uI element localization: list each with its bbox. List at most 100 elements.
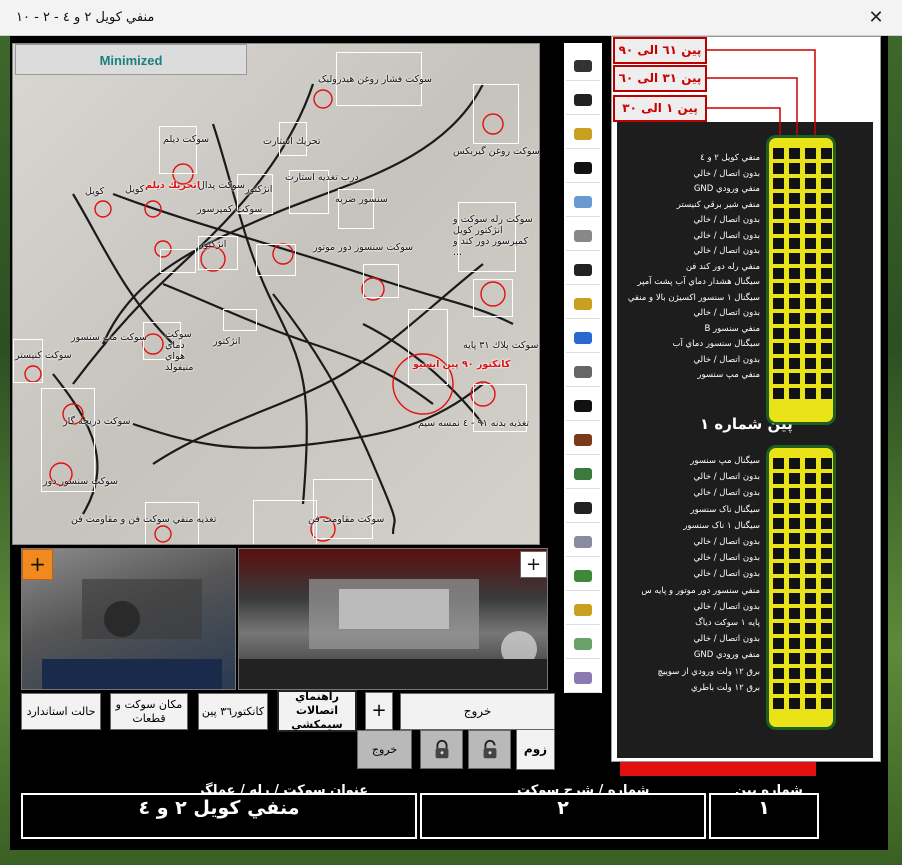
ecu-pin[interactable] — [789, 358, 800, 369]
ecu-pin[interactable] — [805, 373, 816, 384]
ecu-pin[interactable] — [773, 668, 784, 679]
ecu-pin[interactable] — [773, 698, 784, 709]
ecu-pin[interactable] — [805, 208, 816, 219]
connector-thumbnail[interactable] — [566, 153, 600, 183]
ecu-pin[interactable] — [805, 148, 816, 159]
ecu-pin[interactable] — [773, 178, 784, 189]
ecu-pin[interactable] — [821, 208, 832, 219]
ecu-pin[interactable] — [773, 578, 784, 589]
pin-range-1-30[interactable]: پين ١ الی ٣٠ — [613, 95, 707, 122]
ecu-pin[interactable] — [805, 668, 816, 679]
ecu-pin[interactable] — [821, 373, 832, 384]
ecu-pin[interactable] — [821, 563, 832, 574]
ecu-pin[interactable] — [805, 193, 816, 204]
connector-thumbnail[interactable] — [566, 561, 600, 591]
unlock-button[interactable] — [468, 730, 511, 769]
connector-36-pin-button[interactable]: كانكتور٣٦ پين — [198, 693, 268, 730]
ecu-pin[interactable] — [805, 343, 816, 354]
ecu-pin[interactable] — [773, 593, 784, 604]
connector-thumbnail[interactable] — [566, 595, 600, 625]
ecu-pin[interactable] — [821, 193, 832, 204]
ecu-pin[interactable] — [789, 148, 800, 159]
ecu-connector-lower[interactable] — [766, 445, 836, 730]
ecu-pin[interactable] — [773, 683, 784, 694]
ecu-pin[interactable] — [805, 298, 816, 309]
ecu-pin[interactable] — [805, 458, 816, 469]
ecu-pin[interactable] — [805, 503, 816, 514]
ecu-pin[interactable] — [773, 343, 784, 354]
ecu-pin[interactable] — [789, 563, 800, 574]
ecu-pin[interactable] — [821, 458, 832, 469]
ecu-pin[interactable] — [821, 533, 832, 544]
ecu-pin[interactable] — [789, 298, 800, 309]
add-button[interactable]: + — [365, 692, 393, 730]
ecu-pin[interactable] — [821, 608, 832, 619]
ecu-pin[interactable] — [773, 253, 784, 264]
ecu-pin[interactable] — [789, 238, 800, 249]
ecu-pin[interactable] — [789, 178, 800, 189]
pin-range-31-60[interactable]: پين ٣١ الی ٦٠ — [613, 65, 707, 92]
ecu-pin[interactable] — [805, 608, 816, 619]
ecu-pin[interactable] — [773, 548, 784, 559]
ecu-pin[interactable] — [805, 268, 816, 279]
ecu-pin[interactable] — [789, 593, 800, 604]
ecu-pin[interactable] — [773, 623, 784, 634]
ecu-pin[interactable] — [789, 623, 800, 634]
ecu-pin[interactable] — [789, 683, 800, 694]
expand-photo2-button[interactable]: + — [520, 551, 547, 578]
ecu-pin[interactable] — [821, 328, 832, 339]
ecu-pin[interactable] — [789, 328, 800, 339]
ecu-pin[interactable] — [805, 638, 816, 649]
connector-thumbnail[interactable] — [566, 323, 600, 353]
ecu-pin[interactable] — [821, 473, 832, 484]
ecu-pin[interactable] — [789, 503, 800, 514]
connector-thumbnail[interactable] — [566, 187, 600, 217]
ecu-pin[interactable] — [821, 223, 832, 234]
ecu-pin[interactable] — [821, 518, 832, 529]
ecu-pin[interactable] — [805, 653, 816, 664]
connector-thumbnail[interactable] — [566, 357, 600, 387]
ecu-pin[interactable] — [773, 298, 784, 309]
ecu-pin[interactable] — [821, 388, 832, 399]
ecu-pin[interactable] — [805, 593, 816, 604]
ecu-pin[interactable] — [773, 163, 784, 174]
ecu-pin[interactable] — [805, 473, 816, 484]
ecu-pin[interactable] — [805, 178, 816, 189]
ecu-pin[interactable] — [789, 313, 800, 324]
ecu-pin[interactable] — [773, 388, 784, 399]
ecu-pin[interactable] — [773, 223, 784, 234]
connector-thumbnail[interactable] — [566, 629, 600, 659]
ecu-pin[interactable] — [773, 373, 784, 384]
ecu-pin[interactable] — [821, 253, 832, 264]
ecu-pin[interactable] — [773, 238, 784, 249]
ecu-pin[interactable] — [821, 683, 832, 694]
ecu-pin[interactable] — [821, 268, 832, 279]
exit-small-button[interactable]: خروج — [357, 730, 412, 769]
ecu-pin[interactable] — [789, 223, 800, 234]
connector-thumbnail[interactable] — [566, 51, 600, 81]
ecu-pin[interactable] — [773, 608, 784, 619]
ecu-pin[interactable] — [821, 698, 832, 709]
ecu-pin[interactable] — [821, 343, 832, 354]
socket-location-photo[interactable] — [21, 548, 236, 690]
connector-thumbnail[interactable] — [566, 221, 600, 251]
ecu-pin[interactable] — [773, 358, 784, 369]
ecu-pin[interactable] — [789, 698, 800, 709]
lock-button[interactable] — [420, 730, 463, 769]
ecu-pin[interactable] — [821, 578, 832, 589]
ecu-pin[interactable] — [773, 518, 784, 529]
ecu-pin[interactable] — [773, 148, 784, 159]
ecu-pin[interactable] — [773, 268, 784, 279]
ecu-pin[interactable] — [821, 503, 832, 514]
ecu-pin[interactable] — [821, 238, 832, 249]
zoom-button[interactable]: زوم — [516, 729, 555, 770]
connector-thumbnail[interactable] — [566, 493, 600, 523]
ecu-pin[interactable] — [821, 623, 832, 634]
ecu-pin[interactable] — [773, 193, 784, 204]
ecu-pin[interactable] — [821, 593, 832, 604]
ecu-pin[interactable] — [789, 638, 800, 649]
ecu-pin[interactable] — [773, 638, 784, 649]
connector-thumbnail[interactable] — [566, 459, 600, 489]
ecu-pin[interactable] — [821, 638, 832, 649]
connector-thumbnail[interactable] — [566, 527, 600, 557]
